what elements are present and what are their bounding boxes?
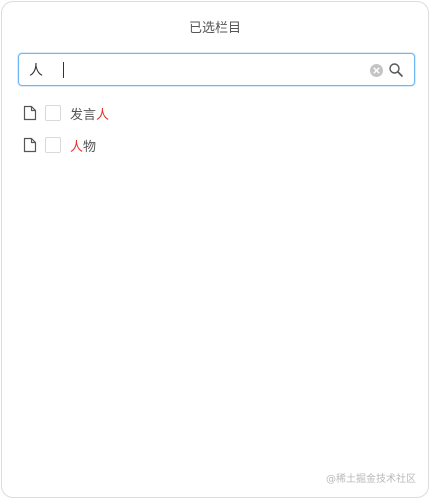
file-icon bbox=[23, 105, 37, 121]
search-box[interactable] bbox=[18, 53, 415, 86]
list-item[interactable]: 人物 bbox=[23, 134, 403, 166]
label-match: 人 bbox=[70, 140, 84, 155]
label-match: 人 bbox=[96, 108, 110, 123]
item-label: 发言人 bbox=[70, 104, 109, 123]
watermark: @稀土掘金技术社区 bbox=[326, 474, 416, 485]
file-icon bbox=[23, 137, 37, 153]
item-checkbox[interactable] bbox=[45, 105, 61, 121]
list-item[interactable]: 发言人 bbox=[23, 102, 403, 134]
item-checkbox[interactable] bbox=[45, 137, 61, 153]
clear-circle-icon[interactable] bbox=[370, 64, 383, 77]
search-icon[interactable] bbox=[388, 62, 404, 78]
result-list: 发言人 人物 bbox=[23, 102, 403, 166]
item-label: 人物 bbox=[70, 136, 96, 155]
label-prefix: 发言 bbox=[70, 108, 97, 123]
label-suffix: 物 bbox=[83, 140, 97, 155]
selected-columns-panel: 已选栏目 发言人 bbox=[1, 1, 429, 498]
text-caret bbox=[63, 62, 64, 78]
panel-title: 已选栏目 bbox=[188, 21, 241, 36]
search-input[interactable] bbox=[29, 60, 359, 80]
